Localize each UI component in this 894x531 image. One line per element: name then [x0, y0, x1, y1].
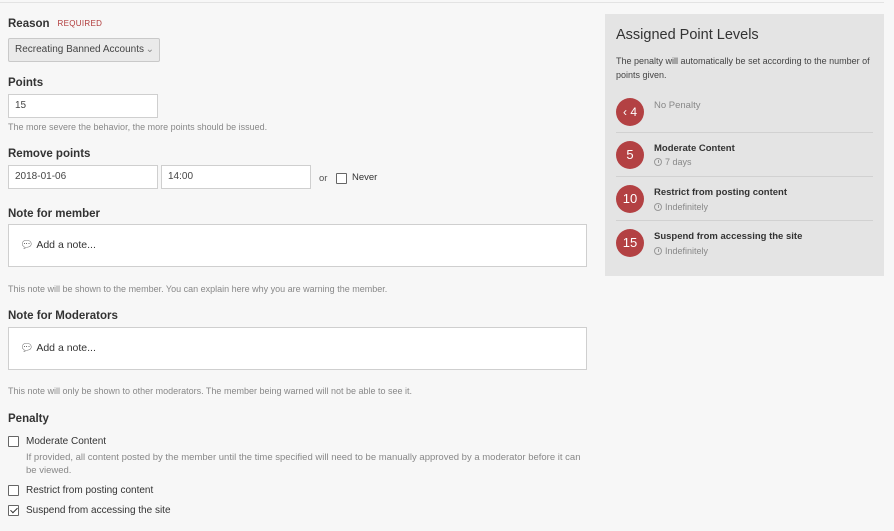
points-input[interactable]: 15	[8, 94, 158, 118]
clock-icon	[654, 158, 662, 166]
reason-label: Reason REQUIRED	[8, 18, 103, 30]
chevron-down-icon: ⌄	[145, 44, 154, 55]
level-duration: Indefinitely	[654, 202, 708, 212]
suspend-access-checkbox[interactable]	[8, 505, 19, 516]
panel-title: Assigned Point Levels	[616, 27, 759, 43]
point-badge: 10	[616, 185, 644, 213]
clock-icon	[654, 247, 662, 255]
never-label: Never	[352, 172, 378, 183]
remove-date-input[interactable]: 2018-01-06	[8, 165, 158, 189]
assigned-point-levels-panel: Assigned Point Levels The penalty will a…	[605, 14, 884, 276]
never-checkbox[interactable]	[336, 173, 347, 184]
panel-description: The penalty will automatically be set ac…	[616, 56, 870, 80]
note-member-label: Note for member	[8, 208, 101, 220]
point-level-item: 15 Suspend from accessing the site Indef…	[616, 221, 873, 265]
point-badge: 15	[616, 229, 644, 257]
remove-points-label: Remove points	[8, 148, 91, 160]
required-marker: REQUIRED	[57, 19, 103, 28]
reason-selected-value: Recreating Banned Accounts	[15, 44, 144, 55]
moderate-content-label: Moderate Content	[26, 436, 107, 447]
reason-select[interactable]: Recreating Banned Accounts ⌄	[8, 38, 160, 62]
note-member-help: This note will be shown to the member. Y…	[8, 284, 388, 294]
restrict-posting-label: Restrict from posting content	[26, 485, 154, 496]
penalty-label: Penalty	[8, 413, 49, 425]
point-badge: ‹ 4	[616, 98, 644, 126]
moderate-content-description: If provided, all content posted by the m…	[26, 452, 581, 476]
level-title: No Penalty	[654, 100, 701, 111]
level-title: Restrict from posting content	[654, 187, 788, 198]
note-member-textarea[interactable]: 💬︎ Add a note...	[8, 224, 587, 267]
note-member-placeholder: Add a note...	[36, 239, 96, 251]
remove-time-input[interactable]: 14:00	[161, 165, 311, 189]
restrict-posting-checkbox[interactable]	[8, 485, 19, 496]
point-level-item: ‹ 4 No Penalty	[616, 89, 873, 133]
note-moderators-textarea[interactable]: 💬︎ Add a note...	[8, 327, 587, 370]
speech-bubble-icon: 💬︎	[20, 239, 34, 251]
point-badge: 5	[616, 141, 644, 169]
level-title: Suspend from accessing the site	[654, 231, 803, 242]
suspend-access-label: Suspend from accessing the site	[26, 505, 171, 516]
points-label: Points	[8, 77, 44, 89]
level-duration: Indefinitely	[654, 246, 708, 256]
note-moderators-help: This note will only be shown to other mo…	[8, 386, 413, 396]
or-text: or	[319, 173, 328, 184]
note-moderators-placeholder: Add a note...	[36, 342, 96, 354]
speech-bubble-icon: 💬︎	[20, 342, 34, 354]
moderate-content-checkbox[interactable]	[8, 436, 19, 447]
level-title: Moderate Content	[654, 143, 735, 154]
points-help: The more severe the behavior, the more p…	[8, 122, 268, 132]
point-level-item: 10 Restrict from posting content Indefin…	[616, 177, 873, 221]
top-divider	[0, 0, 884, 3]
level-duration: 7 days	[654, 157, 692, 167]
point-level-item: 5 Moderate Content 7 days	[616, 133, 873, 177]
clock-icon	[654, 203, 662, 211]
note-moderators-label: Note for Moderators	[8, 310, 118, 322]
